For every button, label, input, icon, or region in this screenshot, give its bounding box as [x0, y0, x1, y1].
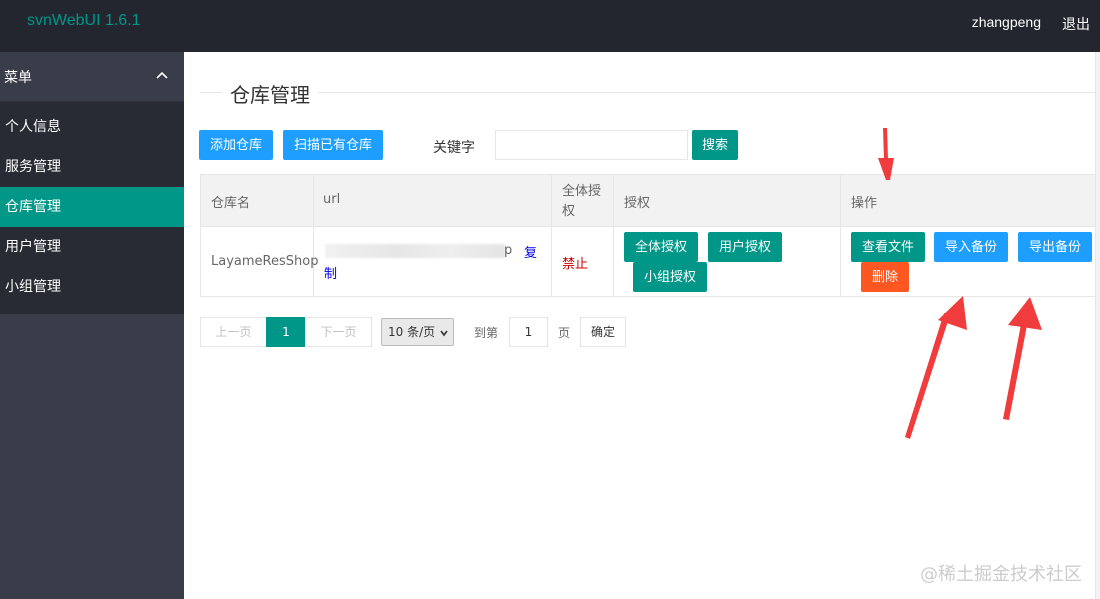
- header-operations: 操作: [851, 196, 878, 211]
- add-repository-button[interactable]: 添加仓库: [199, 130, 274, 160]
- scan-repository-button[interactable]: 扫描已有仓库: [283, 130, 384, 160]
- menu-header[interactable]: 菜单: [0, 52, 184, 102]
- logout-link[interactable]: 退出: [1062, 14, 1090, 34]
- title-divider: [200, 92, 1100, 93]
- goto-page-input[interactable]: 1: [509, 317, 548, 347]
- goto-confirm-button[interactable]: 确定: [580, 317, 626, 347]
- scrollbar-edge[interactable]: [1095, 52, 1100, 599]
- import-backup-button[interactable]: 导入备份: [934, 232, 1009, 262]
- search-button[interactable]: 搜索: [692, 130, 739, 160]
- sidebar-item-profile[interactable]: 个人信息: [0, 107, 184, 147]
- current-page[interactable]: 1: [266, 317, 306, 347]
- copy-link-1[interactable]: 复: [524, 242, 537, 261]
- header-auth: 授权: [624, 196, 651, 211]
- prev-page-button[interactable]: 上一页: [200, 317, 267, 347]
- menu-title: 菜单: [4, 70, 32, 86]
- page-title: 仓库管理: [222, 79, 318, 108]
- sidebar-item-repository[interactable]: 仓库管理: [0, 187, 184, 227]
- repository-table: 仓库名 url 全体授权 授权 操作 LayameResShop p 复 制 禁…: [200, 174, 1100, 297]
- keyword-input[interactable]: [495, 130, 688, 160]
- group-auth-button[interactable]: 小组授权: [633, 262, 708, 292]
- export-backup-button[interactable]: 导出备份: [1018, 232, 1093, 262]
- username[interactable]: zhangpeng: [972, 14, 1041, 30]
- delete-button[interactable]: 删除: [861, 262, 910, 292]
- copy-link-2[interactable]: 制: [324, 263, 337, 282]
- all-auth-button[interactable]: 全体授权: [624, 232, 699, 262]
- redacted-url: [325, 244, 505, 258]
- menu-list: 个人信息 服务管理 仓库管理 用户管理 小组管理: [0, 102, 184, 314]
- sidebar-item-users[interactable]: 用户管理: [0, 227, 184, 267]
- keyword-label: 关键字: [433, 140, 475, 156]
- view-files-button[interactable]: 查看文件: [851, 232, 926, 262]
- page-size-select[interactable]: 10 条/页: [381, 318, 454, 346]
- chevron-down-icon: [440, 330, 448, 337]
- repo-name-cell: LayameResShop: [211, 254, 319, 269]
- next-page-button[interactable]: 下一页: [305, 317, 372, 347]
- page-size-value: 10 条/页: [388, 325, 436, 339]
- header-all-auth: 全体授权: [562, 184, 602, 219]
- main-content: 仓库管理 添加仓库 扫描已有仓库 关键字 搜索 仓库名 url 全体授权 授权 …: [184, 52, 1100, 599]
- goto-label: 到第: [474, 326, 499, 340]
- sidebar: 菜单 个人信息 服务管理 仓库管理 用户管理 小组管理: [0, 52, 184, 599]
- sidebar-item-service[interactable]: 服务管理: [0, 147, 184, 187]
- watermark: @稀土掘金技术社区: [920, 564, 1082, 585]
- url-suffix: p: [504, 243, 513, 258]
- chevron-up-icon[interactable]: [155, 68, 169, 82]
- header-repo-name: 仓库名: [211, 196, 251, 211]
- all-auth-status: 禁止: [562, 257, 589, 272]
- header-url: url: [323, 192, 341, 207]
- user-auth-button[interactable]: 用户授权: [708, 232, 783, 262]
- app-title[interactable]: svnWebUI 1.6.1: [27, 12, 141, 30]
- page-unit-label: 页: [558, 326, 571, 340]
- top-header: svnWebUI 1.6.1 zhangpeng 退出: [0, 0, 1100, 52]
- sidebar-item-groups[interactable]: 小组管理: [0, 267, 184, 307]
